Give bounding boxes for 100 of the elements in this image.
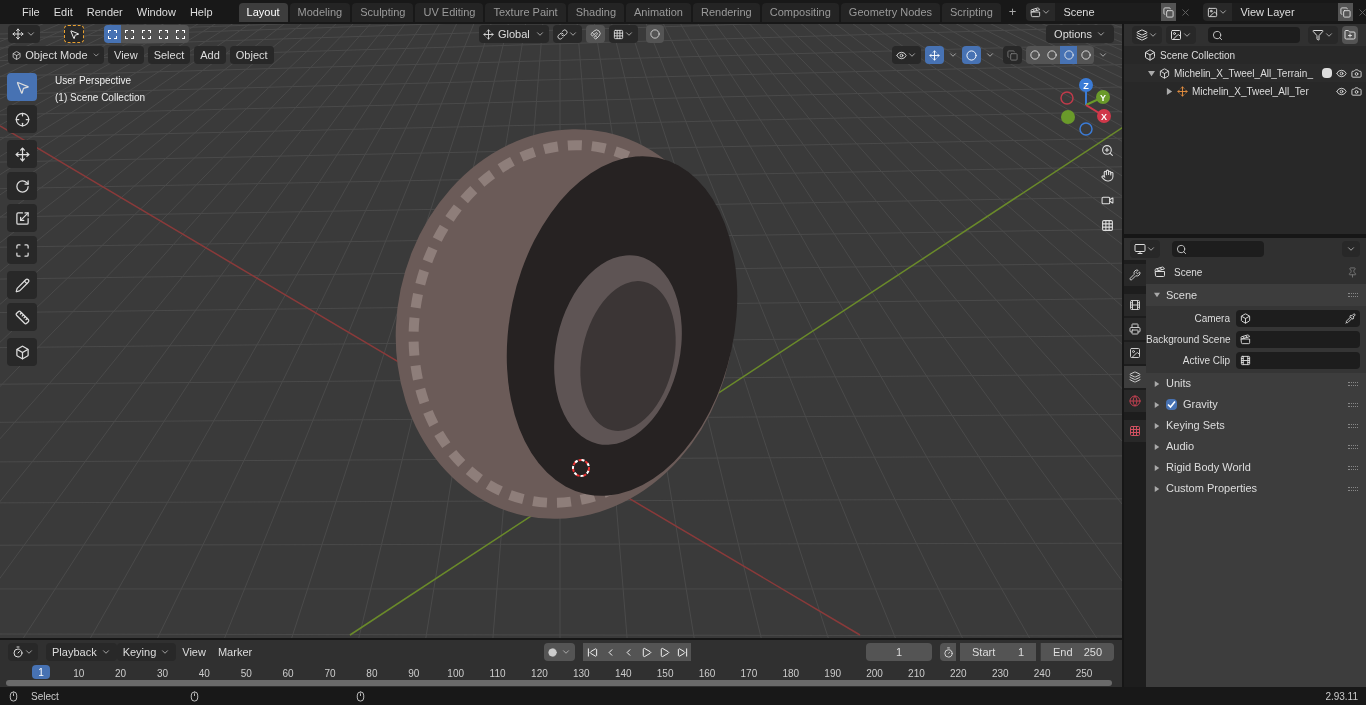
drag-handle-icon[interactable]	[1348, 381, 1358, 386]
timeline-menu[interactable]: Keying	[116, 643, 177, 661]
filter-button[interactable]	[1308, 26, 1338, 44]
filter-mode-button[interactable]	[1166, 26, 1196, 44]
properties-tab[interactable]	[1124, 366, 1146, 388]
data-field[interactable]	[1236, 331, 1360, 348]
start-frame-field[interactable]: Start 1	[960, 643, 1036, 661]
scrollbar[interactable]	[6, 680, 1112, 686]
gizmo-toggle[interactable]	[925, 46, 944, 64]
orientation-dropdown[interactable]: Global	[479, 25, 549, 43]
menu-item[interactable]: Edit	[47, 3, 79, 21]
properties-tab[interactable]	[1124, 264, 1146, 286]
search-field[interactable]	[1208, 27, 1300, 43]
selection-mode-button[interactable]	[104, 25, 121, 43]
viewport-menu[interactable]: Object	[229, 46, 274, 64]
current-frame-field[interactable]: 1	[866, 643, 932, 661]
end-frame-field[interactable]: End 250	[1040, 643, 1114, 661]
new-collection-button[interactable]	[1342, 26, 1358, 44]
timeline-menu[interactable]: Marker	[211, 643, 259, 661]
selection-mode-button[interactable]	[121, 25, 138, 43]
properties-tab[interactable]	[1124, 342, 1146, 364]
add-workspace-button[interactable]: +	[1002, 2, 1023, 22]
workspace-tab[interactable]: Modeling	[289, 2, 351, 22]
drag-handle-icon[interactable]	[1348, 423, 1358, 428]
properties-tab[interactable]	[1124, 318, 1146, 340]
drag-handle-icon[interactable]	[1348, 465, 1358, 470]
eye-icon[interactable]	[1336, 67, 1347, 79]
copy-button[interactable]	[1338, 3, 1354, 21]
search-field[interactable]	[1172, 241, 1264, 257]
scene-field[interactable]: Scene	[1055, 3, 1162, 21]
eye-icon[interactable]	[1336, 85, 1347, 97]
workspace-tab[interactable]: Layout	[238, 2, 288, 22]
view-layer-field[interactable]: View Layer	[1232, 3, 1339, 21]
workspace-tab[interactable]: Sculpting	[352, 2, 414, 22]
selection-mode-button[interactable]	[172, 25, 189, 43]
viewport-menu[interactable]: Add	[194, 46, 226, 64]
preview-range-toggle[interactable]	[940, 643, 956, 661]
expand-toggle[interactable]	[1154, 380, 1160, 387]
editor-type-button[interactable]	[8, 25, 40, 43]
workspace-tab[interactable]: Texture Paint	[485, 2, 566, 22]
data-field[interactable]	[1236, 310, 1360, 327]
workspace-tab[interactable]: Scripting	[942, 2, 1001, 22]
tool-button[interactable]	[7, 236, 37, 264]
tool-button[interactable]	[7, 303, 37, 331]
close-icon[interactable]	[1180, 6, 1192, 18]
editor-type-button[interactable]	[1130, 240, 1160, 258]
shading-button[interactable]	[1077, 46, 1094, 64]
overlay-toggle[interactable]	[962, 46, 981, 64]
options-dropdown[interactable]: Options	[1046, 25, 1114, 43]
xray-toggle[interactable]	[1003, 46, 1022, 64]
drag-handle-icon[interactable]	[1348, 486, 1358, 491]
tool-button[interactable]	[7, 271, 37, 299]
data-field[interactable]	[1236, 352, 1360, 369]
workspace-tab[interactable]: Animation	[626, 2, 691, 22]
expand-toggle[interactable]	[1154, 464, 1160, 471]
timeline-menu[interactable]: View	[176, 643, 212, 661]
menu-item[interactable]: File	[16, 3, 46, 21]
select-tool-button[interactable]	[64, 25, 84, 43]
tool-button[interactable]	[7, 105, 37, 133]
expand-toggle[interactable]	[1148, 69, 1155, 77]
drag-handle-icon[interactable]	[1348, 402, 1358, 407]
visibility-dropdown[interactable]	[892, 46, 921, 64]
tool-button[interactable]	[7, 172, 37, 200]
display-mode-button[interactable]	[1132, 26, 1162, 44]
menu-item[interactable]: Window	[130, 3, 182, 21]
expand-toggle[interactable]	[1154, 485, 1160, 492]
pivot-dropdown[interactable]	[553, 25, 582, 43]
scene-browse-button[interactable]	[1026, 3, 1056, 21]
properties-tab[interactable]	[1124, 294, 1146, 316]
expand-toggle[interactable]	[1154, 443, 1160, 450]
exclude-checkbox[interactable]	[1322, 68, 1332, 78]
camera-icon[interactable]	[1351, 67, 1362, 79]
tool-button[interactable]	[7, 338, 37, 366]
drag-handle-icon[interactable]	[1348, 444, 1358, 449]
workspace-tab[interactable]: UV Editing	[415, 2, 484, 22]
copy-button[interactable]	[1161, 3, 1177, 21]
playback-button[interactable]	[583, 643, 602, 661]
3d-viewport[interactable]: Z Y X Global Options Object Mode View Select Add Object User Perspective (1) Scene Collection	[0, 24, 1122, 638]
viewport-menu[interactable]: View	[108, 46, 144, 64]
close-icon[interactable]	[1357, 6, 1366, 18]
expand-toggle[interactable]	[1154, 292, 1160, 298]
workspace-tab[interactable]: Geometry Nodes	[840, 2, 940, 22]
menu-item[interactable]: Help	[183, 3, 219, 21]
drag-handle-icon[interactable]	[1348, 293, 1358, 297]
expand-toggle[interactable]	[1166, 87, 1173, 95]
record-button[interactable]	[544, 643, 576, 661]
snap-dropdown[interactable]	[609, 25, 638, 43]
menu-item[interactable]: Render	[80, 3, 129, 21]
expand-toggle[interactable]	[1154, 401, 1160, 408]
playback-button[interactable]	[673, 643, 692, 661]
editor-type-button[interactable]	[8, 643, 38, 661]
workspace-tab[interactable]: Shading	[567, 2, 625, 22]
workspace-tab[interactable]: Rendering	[692, 2, 760, 22]
camera-icon[interactable]	[1351, 85, 1362, 97]
expand-toggle[interactable]	[1154, 422, 1160, 429]
tool-button[interactable]	[7, 204, 37, 232]
mode-dropdown[interactable]: Object Mode	[8, 46, 104, 64]
snap-toggle[interactable]	[586, 25, 605, 43]
workspace-tab[interactable]: Compositing	[761, 2, 839, 22]
timeline-menu[interactable]: Playback	[46, 643, 117, 661]
